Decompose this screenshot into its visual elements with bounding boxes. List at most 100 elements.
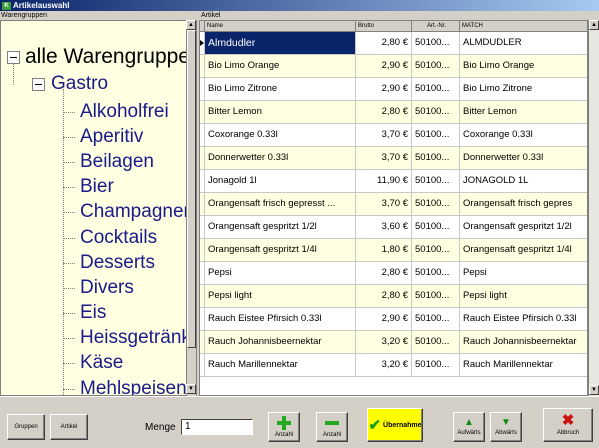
cell-match: Pepsi	[463, 267, 487, 278]
collapse-icon[interactable]	[7, 50, 20, 64]
tree-node-category[interactable]: Divers	[63, 275, 196, 300]
scroll-up-icon[interactable]: ▲	[589, 20, 599, 30]
cell-artnr: 50100...	[412, 331, 460, 353]
tree-node-label: Alkoholfrei	[80, 100, 169, 122]
tree-node-category[interactable]: Käse	[63, 351, 196, 376]
cell-brutto: 3,20 €	[356, 331, 412, 353]
cell-artnr: 50100...	[412, 262, 460, 284]
table-row[interactable]: Pepsi 2,80 €50100... Pepsi	[200, 262, 587, 285]
tree-node-category[interactable]: Eis	[63, 301, 196, 326]
table-row[interactable]: Rauch Eistee Pfirsich 0.33l 2,90 €50100..…	[200, 308, 587, 331]
grid-scrollbar[interactable]: ▲ ▼	[588, 20, 599, 396]
cell-brutto: 2,80 €	[356, 32, 412, 54]
cell-match: Orangensaft frisch gepres	[463, 198, 573, 209]
column-header-match[interactable]: MATCH	[460, 21, 587, 31]
column-header-name[interactable]: Name	[205, 21, 356, 31]
article-grid[interactable]: Name Brutto Art.-Nr. MATCH Almdudler 2,80…	[199, 20, 588, 396]
table-row[interactable]: Bitter Lemon 2,80 €50100... Bitter Lemon	[200, 101, 587, 124]
tree-node-category[interactable]: Champagner	[63, 200, 196, 225]
table-row[interactable]: Orangensaft frisch gepresst ... 3,70 €501…	[200, 193, 587, 216]
cell-artnr: 50100...	[412, 354, 460, 376]
table-row[interactable]: Jonagold 1l 11,90 €50100... JONAGOLD 1L	[200, 170, 587, 193]
scroll-up-icon[interactable]: ▲	[186, 20, 196, 30]
row-indicator	[200, 262, 205, 284]
table-row[interactable]: Coxorange 0.33l 3,70 €50100... Coxorange 0…	[200, 124, 587, 147]
artikel-button[interactable]: Artikel	[50, 414, 88, 440]
row-indicator	[200, 78, 205, 100]
scroll-thumb[interactable]	[187, 30, 196, 348]
row-indicator	[200, 354, 205, 376]
cell-name: Rauch Johannisbeernektar	[205, 331, 356, 353]
cancel-icon: ✖	[561, 411, 575, 429]
tree-node-category[interactable]: Mehlspeisen	[63, 376, 196, 395]
cell-match: Rauch Eistee Pfirsich 0.33l	[463, 313, 577, 324]
grid-header: Name Brutto Art.-Nr. MATCH	[200, 21, 587, 32]
tree-node-category[interactable]: Heissgetränke	[63, 326, 196, 351]
table-row[interactable]: Orangensaft gespritzt 1/4l 1,80 €50100...…	[200, 239, 587, 262]
column-header-brutto[interactable]: Brutto	[356, 21, 412, 31]
cell-match: Coxorange 0.33l	[463, 129, 533, 140]
scroll-down-icon[interactable]: ▼	[589, 385, 599, 395]
cell-artnr: 50100...	[412, 170, 460, 192]
checkmark-icon: ✔	[368, 416, 382, 434]
cell-brutto: 3,60 €	[356, 216, 412, 238]
row-indicator	[200, 147, 205, 169]
cell-brutto: 2,80 €	[356, 101, 412, 123]
table-row[interactable]: Orangensaft gespritzt 1/2l 3,60 €50100...…	[200, 216, 587, 239]
tree-node-label: Desserts	[80, 251, 155, 273]
cell-artnr: 50100...	[412, 308, 460, 330]
abbruch-button-label: Abbruch	[556, 429, 580, 436]
cell-artnr: 50100...	[412, 193, 460, 215]
row-indicator	[200, 308, 205, 330]
cell-artnr: 50100...	[412, 55, 460, 77]
uebernahme-button[interactable]: ✔ Übernahme	[367, 408, 423, 442]
cell-brutto: 2,80 €	[356, 285, 412, 307]
scroll-down-icon[interactable]: ▼	[186, 384, 196, 394]
table-row[interactable]: Almdudler 2,80 €50100... ALMDUDLER	[200, 32, 587, 55]
tree-node-root-label: alle Warengruppen	[25, 45, 197, 68]
decrease-quantity-button[interactable]: Anzahl	[316, 412, 348, 442]
arrow-up-icon: ▲	[464, 416, 474, 428]
tree-node-category[interactable]: Aperitiv	[63, 124, 196, 149]
move-down-button[interactable]: ▼ Abwärts	[490, 412, 522, 442]
tree-node-label: Cocktails	[80, 226, 158, 248]
category-tree[interactable]: alle Warengruppen Gastro Alkoholfrei Aper…	[0, 20, 197, 396]
column-header-artnr[interactable]: Art.-Nr.	[412, 21, 460, 31]
cell-match: Orangensaft gespritzt 1/4l	[463, 244, 572, 255]
cell-brutto: 3,70 €	[356, 193, 412, 215]
cell-name: Bio Limo Orange	[205, 55, 356, 77]
tree-node-category[interactable]: Alkoholfrei	[63, 99, 196, 124]
uebernahme-button-label: Übernahme	[383, 421, 422, 429]
table-row[interactable]: Bio Limo Zitrone 2,90 €50100... Bio Limo Z…	[200, 78, 587, 101]
menge-label: Menge	[145, 422, 176, 433]
cell-name: Pepsi	[205, 262, 356, 284]
cell-name: Pepsi light	[205, 285, 356, 307]
tree-scrollbar[interactable]: ▲ ▼	[186, 20, 196, 396]
tree-node-category[interactable]: Beilagen	[63, 149, 196, 174]
row-indicator	[200, 32, 205, 54]
tree-node-category[interactable]: Desserts	[63, 250, 196, 275]
increase-quantity-label: Anzahl	[274, 431, 294, 438]
cell-artnr: 50100...	[412, 78, 460, 100]
cell-match: Orangensaft gespritzt 1/2l	[463, 221, 572, 232]
gruppen-button[interactable]: Gruppen	[7, 414, 45, 440]
tree-node-label: Divers	[80, 276, 134, 298]
table-row[interactable]: Donnerwetter 0.33l 3,70 €50100... Donnerwe…	[200, 147, 587, 170]
table-row[interactable]: Rauch Johannisbeernektar 3,20 €50100... Ra…	[200, 331, 587, 354]
table-row[interactable]: Bio Limo Orange 2,90 €50100... Bio Limo Or…	[200, 55, 587, 78]
cell-name: Rauch Eistee Pfirsich 0.33l	[205, 308, 356, 330]
row-indicator	[200, 101, 205, 123]
table-row[interactable]: Rauch Marillennektar 3,20 €50100... Rauch …	[200, 354, 587, 377]
abbruch-button[interactable]: ✖ Abbruch	[543, 408, 593, 442]
tree-node-gastro[interactable]: Gastro	[32, 73, 108, 95]
increase-quantity-button[interactable]: Anzahl	[268, 412, 300, 442]
menge-input[interactable]: 1	[181, 419, 253, 435]
table-row[interactable]: Pepsi light 2,80 €50100... Pepsi light	[200, 285, 587, 308]
collapse-icon[interactable]	[32, 77, 45, 91]
move-up-button[interactable]: ▲ Aufwärts	[453, 412, 485, 442]
tree-children: Alkoholfrei Aperitiv Beilagen Bier Champagne…	[63, 99, 196, 395]
tree-node-category[interactable]: Cocktails	[63, 225, 196, 250]
cell-brutto: 1,80 €	[356, 239, 412, 261]
tree-node-category[interactable]: Bier	[63, 175, 196, 200]
tree-node-root[interactable]: alle Warengruppen	[7, 45, 197, 69]
